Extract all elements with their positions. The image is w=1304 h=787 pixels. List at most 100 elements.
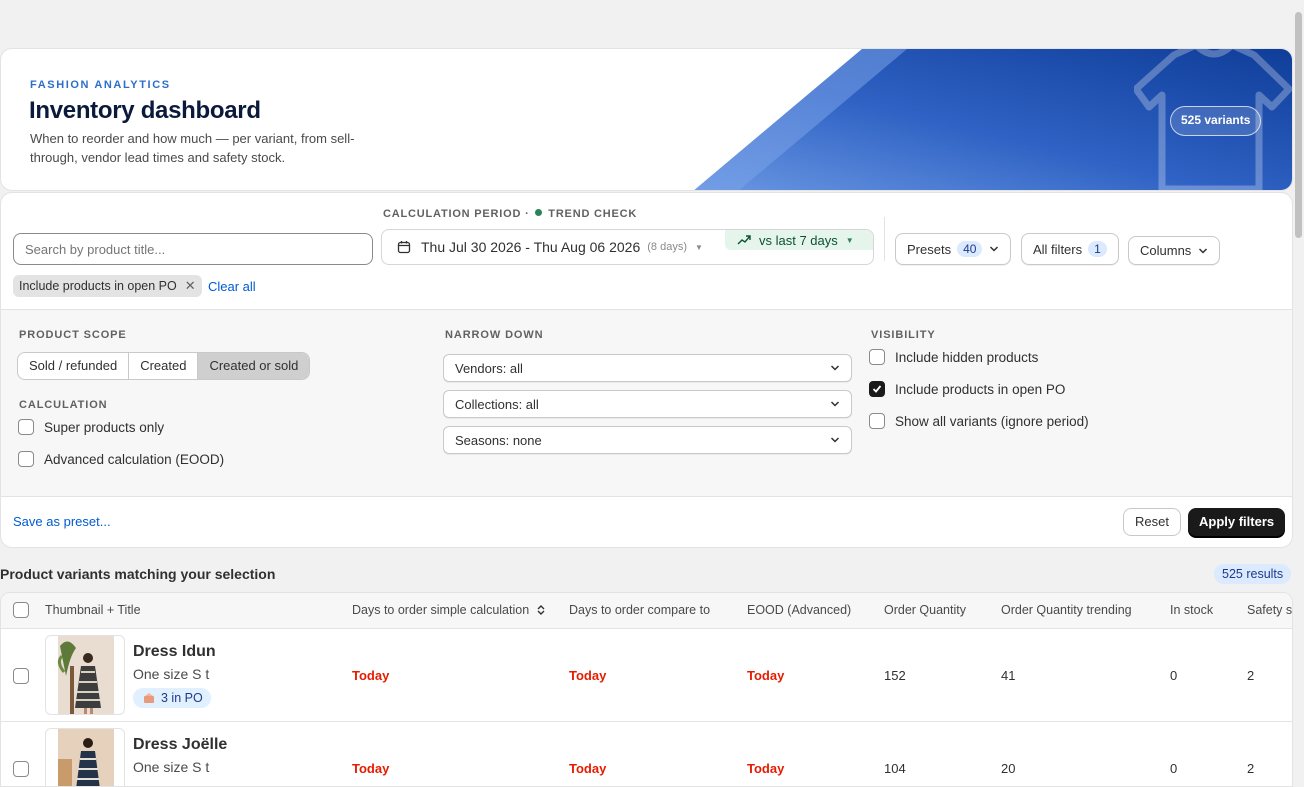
results-title: Product variants matching your selection <box>0 566 276 582</box>
seasons-select-value: Seasons: none <box>455 432 542 448</box>
dress-photo-image <box>58 729 114 786</box>
column-header-safety-stock[interactable]: Safety s <box>1247 593 1292 628</box>
seasons-select[interactable]: Seasons: none <box>443 426 852 454</box>
vendors-select[interactable]: Vendors: all <box>443 354 852 382</box>
date-range-days: (8 days) <box>647 241 687 253</box>
in-stock-cell: 0 <box>1170 668 1178 683</box>
column-header-in-stock[interactable]: In stock <box>1170 593 1213 628</box>
scope-option-sold-refunded[interactable]: Sold / refunded <box>18 353 130 379</box>
product-name[interactable]: Dress Idun <box>133 643 216 661</box>
include-hidden-checkbox-row[interactable]: Include hidden products <box>869 349 1038 365</box>
reset-button[interactable]: Reset <box>1123 508 1181 536</box>
show-all-variants-checkbox-row[interactable]: Show all variants (ignore period) <box>869 413 1089 429</box>
column-header-days-simple[interactable]: Days to order simple calculation <box>352 593 546 628</box>
column-header-eood[interactable]: EOOD (Advanced) <box>747 593 851 628</box>
select-all-checkbox[interactable] <box>13 602 29 618</box>
checkmark-icon <box>872 385 882 393</box>
advanced-calculation-label: Advanced calculation (EOOD) <box>44 451 225 467</box>
filter-panel: PRODUCT SCOPE Sold / refunded Created Cr… <box>1 309 1292 497</box>
include-open-po-checkbox[interactable] <box>869 381 885 397</box>
period-label-text: CALCULATION PERIOD <box>383 208 522 220</box>
vendors-select-value: Vendors: all <box>455 360 523 376</box>
columns-label: Columns <box>1140 243 1192 258</box>
save-as-preset-link[interactable]: Save as preset... <box>13 514 111 529</box>
all-filters-button[interactable]: All filters 1 <box>1021 233 1119 265</box>
show-all-variants-label: Show all variants (ignore period) <box>895 413 1089 429</box>
row-checkbox[interactable] <box>13 668 29 684</box>
days-compare-cell: Today <box>569 668 607 683</box>
column-header-title[interactable]: Thumbnail + Title <box>45 593 141 628</box>
page-scrollbar[interactable] <box>1293 0 1304 787</box>
trend-up-icon <box>737 235 751 245</box>
hero-description: When to reorder and how much — per varia… <box>30 131 355 165</box>
chevron-down-icon <box>830 437 840 443</box>
days-simple-cell: Today <box>352 761 390 776</box>
super-products-checkbox-row[interactable]: Super products only <box>18 419 164 435</box>
days-compare-cell: Today <box>569 761 607 776</box>
all-filters-label: All filters <box>1033 241 1083 257</box>
show-all-variants-checkbox[interactable] <box>869 413 885 429</box>
column-header-order-quantity-trending[interactable]: Order Quantity trending <box>1001 593 1132 628</box>
include-open-po-checkbox-row[interactable]: Include products in open PO <box>869 381 1065 397</box>
table-row[interactable]: Dress Joëlle One size S t Today Today To… <box>1 722 1292 786</box>
scrollbar-thumb[interactable] <box>1295 12 1302 238</box>
active-filter-chip: Include products in open PO ✕ <box>13 275 202 297</box>
visibility-label: VISIBILITY <box>871 329 936 341</box>
scope-option-created-or-sold[interactable]: Created or sold <box>198 353 310 379</box>
column-header-days-simple-label: Days to order simple calculation <box>352 603 530 617</box>
safety-stock-cell: 2 <box>1247 668 1255 683</box>
column-header-days-compare[interactable]: Days to order compare to <box>569 593 710 628</box>
narrow-down-label: NARROW DOWN <box>445 329 544 341</box>
order-quantity-trending-cell: 41 <box>1001 668 1016 683</box>
safety-stock-cell: 2 <box>1247 761 1255 776</box>
product-thumbnail[interactable] <box>45 635 125 715</box>
eood-cell: Today <box>747 761 785 776</box>
collections-select[interactable]: Collections: all <box>443 390 852 418</box>
presets-count-badge: 40 <box>957 241 983 257</box>
order-quantity-cell: 152 <box>884 668 906 683</box>
advanced-calculation-checkbox[interactable] <box>18 451 34 467</box>
caret-down-icon: ▼ <box>845 235 854 245</box>
row-checkbox[interactable] <box>13 761 29 777</box>
include-open-po-label: Include products in open PO <box>895 381 1066 397</box>
close-icon[interactable]: ✕ <box>185 278 196 294</box>
calculation-period-label: CALCULATION PERIOD · TREND CHECK <box>383 208 637 220</box>
table-header: Thumbnail + Title Days to order simple c… <box>1 593 1292 629</box>
columns-button[interactable]: Columns <box>1128 236 1221 265</box>
apply-filters-button[interactable]: Apply filters <box>1188 508 1286 536</box>
presets-button[interactable]: Presets 40 <box>895 233 1012 265</box>
calculation-label: CALCULATION <box>19 399 108 411</box>
compare-period-button[interactable]: vs last 7 days ▼ <box>725 230 873 250</box>
compare-text: vs last 7 days <box>759 232 838 248</box>
chevron-down-icon <box>830 365 840 371</box>
table-row[interactable]: Dress Idun One size S t 3 in PO Today To… <box>1 629 1292 722</box>
advanced-calculation-checkbox-row[interactable]: Advanced calculation (EOOD) <box>18 451 224 467</box>
include-hidden-checkbox[interactable] <box>869 349 885 365</box>
date-range-button[interactable]: Thu Jul 30 2026 - Thu Aug 06 2026 (8 day… <box>382 230 725 264</box>
chevron-down-icon <box>830 401 840 407</box>
super-products-checkbox[interactable] <box>18 419 34 435</box>
clear-all-link[interactable]: Clear all <box>208 279 256 294</box>
caret-down-icon: ▼ <box>695 242 703 252</box>
results-table: Thumbnail + Title Days to order simple c… <box>0 592 1293 787</box>
order-quantity-cell: 104 <box>884 761 906 776</box>
search-input[interactable] <box>13 233 373 265</box>
presets-label: Presets <box>907 241 952 257</box>
product-thumbnail[interactable] <box>45 728 125 786</box>
column-header-order-quantity[interactable]: Order Quantity <box>884 593 966 628</box>
chevron-down-icon <box>1199 247 1208 254</box>
scope-option-created[interactable]: Created <box>129 353 199 379</box>
product-scope-segmented: Sold / refunded Created Created or sold <box>17 352 311 380</box>
product-scope-label: PRODUCT SCOPE <box>19 329 127 341</box>
date-range-text: Thu Jul 30 2026 - Thu Aug 06 2026 <box>421 239 641 255</box>
days-simple-cell: Today <box>352 668 390 683</box>
hero-eyebrow: FASHION ANALYTICS <box>30 79 171 91</box>
package-icon <box>144 693 154 703</box>
filter-card: CALCULATION PERIOD · TREND CHECK Thu Jul… <box>0 192 1293 548</box>
calendar-icon <box>397 241 411 254</box>
open-po-badge-label: 3 in PO <box>161 691 203 705</box>
page-title: Inventory dashboard <box>29 97 261 124</box>
product-name[interactable]: Dress Joëlle <box>133 736 227 754</box>
collections-select-value: Collections: all <box>455 396 539 412</box>
sort-icon <box>537 605 545 615</box>
